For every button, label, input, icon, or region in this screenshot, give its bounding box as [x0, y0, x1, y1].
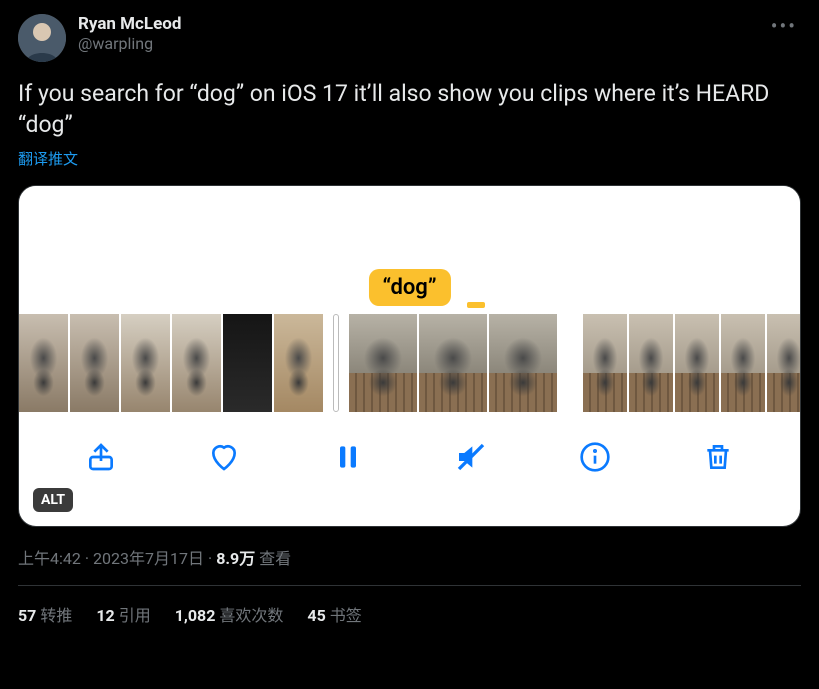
clip-thumb[interactable] [19, 314, 68, 412]
avatar[interactable] [18, 14, 66, 62]
datestamp[interactable]: 2023年7月17日 [93, 549, 204, 568]
heart-icon[interactable] [206, 439, 242, 475]
translate-link[interactable]: 翻译推文 [18, 148, 801, 169]
clip-group-3 [583, 314, 801, 412]
timestamp[interactable]: 上午4:42 [18, 549, 81, 568]
more-button[interactable]: ••• [767, 14, 801, 38]
media-card[interactable]: “dog” [18, 185, 801, 527]
view-count[interactable]: 8.9万 [216, 549, 255, 568]
share-icon[interactable] [83, 439, 119, 475]
stat-quote[interactable]: 12引用 [96, 602, 150, 626]
clip-thumb[interactable] [274, 314, 323, 412]
handle[interactable]: @warpling [78, 34, 767, 53]
clip-thumb[interactable] [121, 314, 170, 412]
clip-thumb[interactable] [223, 314, 272, 412]
tweet: Ryan McLeod @warpling ••• If you search … [0, 0, 819, 626]
clip-thumb[interactable] [629, 314, 673, 412]
author-block: Ryan McLeod @warpling [78, 14, 767, 53]
clip-thumb[interactable] [583, 314, 627, 412]
tweet-stats: 57转推 12引用 1,082喜欢次数 45书签 [18, 586, 801, 626]
alt-badge[interactable]: ALT [33, 488, 73, 512]
clip-thumb[interactable] [349, 314, 417, 412]
clip-thumb[interactable] [721, 314, 765, 412]
view-label: 查看 [255, 549, 291, 568]
clip-group-2 [349, 314, 557, 412]
match-marker [467, 302, 485, 308]
tweet-header: Ryan McLeod @warpling ••• [18, 14, 801, 62]
pause-icon[interactable] [330, 439, 366, 475]
stat-like[interactable]: 1,082喜欢次数 [175, 602, 284, 626]
stat-retweet[interactable]: 57转推 [18, 602, 72, 626]
info-icon[interactable] [577, 439, 613, 475]
tweet-meta: 上午4:42·2023年7月17日·8.9万 查看 [18, 545, 801, 569]
clip-thumb[interactable] [489, 314, 557, 412]
playhead[interactable] [333, 314, 339, 412]
trash-icon[interactable] [700, 439, 736, 475]
mute-icon[interactable] [453, 439, 489, 475]
media-preview: “dog” [19, 186, 800, 314]
tweet-text: If you search for “dog” on iOS 17 it’ll … [18, 78, 801, 140]
clip-thumb[interactable] [675, 314, 719, 412]
clip-thumb[interactable] [419, 314, 487, 412]
stat-bookmark[interactable]: 45书签 [307, 602, 361, 626]
clip-thumb[interactable] [767, 314, 801, 412]
clip-group-1 [19, 314, 323, 412]
media-toolbar [19, 412, 800, 502]
display-name[interactable]: Ryan McLeod [78, 14, 767, 34]
search-term-chip: “dog” [368, 269, 450, 306]
clip-thumb[interactable] [172, 314, 221, 412]
clip-thumb[interactable] [70, 314, 119, 412]
video-scrubber[interactable] [19, 314, 800, 412]
